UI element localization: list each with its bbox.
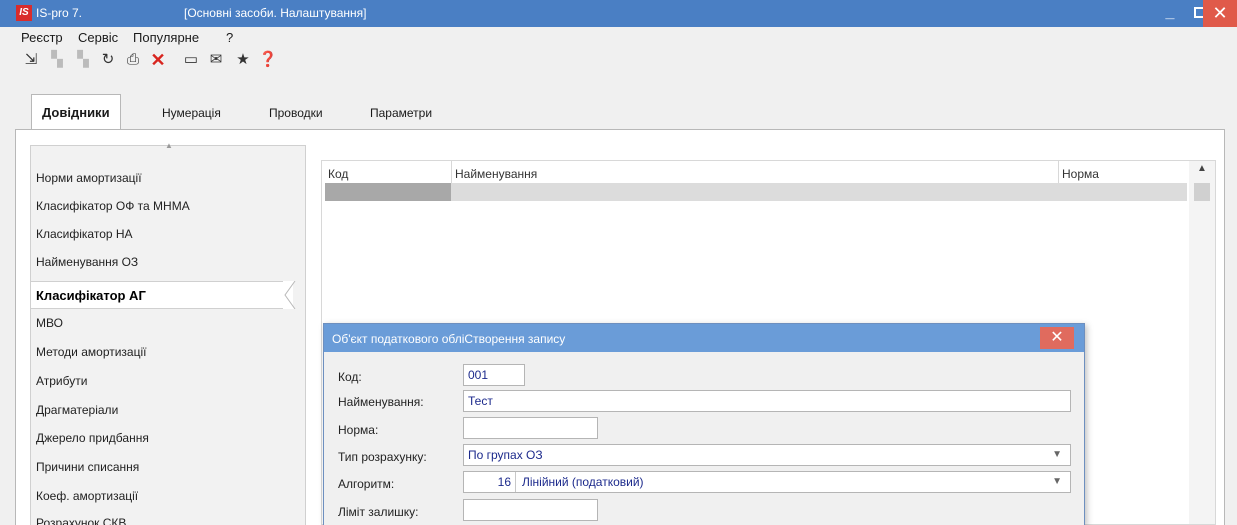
tab-parameters[interactable]: Параметри — [360, 97, 442, 129]
sidebar-item-write-off-reasons[interactable]: Причини списання — [36, 460, 139, 474]
window-title: [Основні засоби. Налаштування] — [184, 6, 367, 20]
form-icon[interactable]: ▭ — [181, 50, 201, 70]
refresh-icon[interactable]: ↻ — [98, 50, 118, 70]
sidebar-item-precious-materials[interactable]: Драгматеріали — [36, 403, 118, 417]
scroll-up-icon[interactable]: ▲ — [1189, 163, 1215, 174]
sidebar-item-ag-classifier[interactable]: Класифікатор АГ — [36, 288, 146, 303]
name-value: Тест — [468, 394, 493, 408]
sidebar-item-depreciation-coef[interactable]: Коеф. амортизації — [36, 489, 138, 503]
tab-directories[interactable]: Довідники — [31, 94, 121, 129]
app-logo-icon: IS — [16, 5, 32, 21]
edit-record-icon[interactable]: ▚ — [47, 50, 67, 70]
tab-numbering[interactable]: Нумерація — [152, 97, 231, 129]
new-record-icon[interactable]: ⇲ — [21, 50, 41, 70]
calc-type-value: По групах ОЗ — [468, 448, 543, 462]
sidebar-item-skv-calc[interactable]: Розрахунок СКВ — [36, 516, 126, 525]
sidebar-scroll-up-icon[interactable]: ▲ — [165, 141, 173, 150]
table-row[interactable] — [325, 183, 1187, 201]
mail-icon[interactable]: ✉ — [206, 50, 226, 70]
limit-field[interactable] — [463, 499, 598, 521]
norm-label: Норма: — [338, 423, 379, 437]
algorithm-select[interactable]: 16 Лінійний (податковий) ▼ — [463, 471, 1071, 493]
limit-label: Ліміт залишку: — [338, 505, 419, 519]
grid-scrollbar[interactable]: ▲ — [1189, 161, 1215, 524]
app-name: IS-pro 7. — [36, 6, 83, 20]
norm-field[interactable] — [463, 417, 598, 439]
column-header-norm[interactable]: Норма — [1062, 167, 1099, 181]
code-value: 001 — [468, 368, 489, 382]
sidebar-active-arrow-icon — [283, 281, 296, 309]
scrollbar-thumb[interactable] — [1194, 183, 1210, 201]
chevron-down-icon[interactable]: ▼ — [1052, 472, 1062, 492]
algorithm-value: Лінійний (податковий) — [522, 475, 644, 489]
column-separator[interactable] — [1058, 161, 1059, 183]
copy-record-icon[interactable]: ▚ — [73, 50, 93, 70]
close-window-button[interactable]: ✕ — [1203, 0, 1237, 27]
menu-help[interactable]: ? — [226, 30, 233, 45]
tab-postings[interactable]: Проводки — [259, 97, 333, 129]
menu-popular[interactable]: Популярне — [133, 30, 199, 45]
sidebar-item-mvo[interactable]: МВО — [36, 316, 63, 330]
toolbar: ⇲ ▚ ▚ ↻ ⎙ ✕ ▭ ✉ ★ ❓ — [0, 47, 1237, 73]
name-label: Найменування: — [338, 395, 424, 409]
code-field[interactable]: 001 — [463, 364, 525, 386]
title-bar: IS IS-pro 7. [Основні засоби. Налаштуван… — [0, 0, 1237, 27]
menu-bar: Реєстр Сервіс Популярне ? — [0, 27, 1237, 47]
star-icon[interactable]: ★ — [233, 50, 253, 70]
dialog-title: Об'єкт податкового обліСтворення запису — [332, 332, 566, 346]
dialog-title-bar: Об'єкт податкового обліСтворення запису … — [324, 324, 1084, 352]
menu-service[interactable]: Сервіс — [78, 30, 118, 45]
sidebar-item-fixed-assets-classifier[interactable]: Класифікатор ОФ та МНМА — [36, 199, 190, 213]
column-header-code[interactable]: Код — [328, 167, 348, 181]
sidebar-item-depreciation-norms[interactable]: Норми амортизації — [36, 171, 142, 185]
code-label: Код: — [338, 370, 362, 384]
help-icon[interactable]: ❓ — [258, 50, 278, 70]
sidebar-item-acquisition-source[interactable]: Джерело придбання — [36, 431, 149, 445]
sidebar-item-attributes[interactable]: Атрибути — [36, 374, 87, 388]
algorithm-code: 16 — [464, 472, 516, 492]
create-record-dialog: Об'єкт податкового обліСтворення запису … — [323, 323, 1085, 525]
calc-type-select[interactable]: По групах ОЗ ▼ — [463, 444, 1071, 466]
algorithm-label: Алгоритм: — [338, 477, 395, 491]
column-header-name[interactable]: Найменування — [455, 167, 537, 181]
sidebar-item-depreciation-methods[interactable]: Методи амортизації — [36, 345, 146, 359]
column-separator[interactable] — [451, 161, 452, 183]
sidebar-item-intangible-classifier[interactable]: Класифікатор НА — [36, 227, 133, 241]
delete-icon[interactable]: ✕ — [148, 50, 168, 70]
print-icon[interactable]: ⎙ — [123, 50, 143, 70]
table-row-selected-cell[interactable] — [325, 183, 451, 201]
chevron-down-icon[interactable]: ▼ — [1052, 445, 1062, 465]
name-field[interactable]: Тест — [463, 390, 1071, 412]
sidebar-item-asset-names[interactable]: Найменування ОЗ — [36, 255, 138, 269]
tab-bar: Довідники Нумерація Проводки Параметри — [15, 94, 1225, 129]
dialog-close-button[interactable]: ✕ — [1040, 327, 1074, 349]
calc-type-label: Тип розрахунку: — [338, 450, 427, 464]
menu-registry[interactable]: Реєстр — [21, 30, 63, 45]
